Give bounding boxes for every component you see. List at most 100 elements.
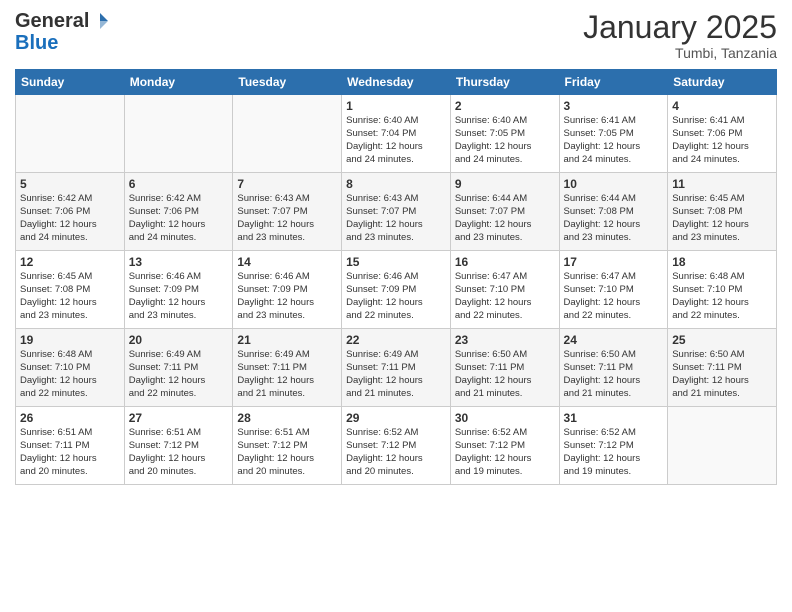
day-number: 15 — [346, 255, 446, 269]
table-row: 1 Sunrise: 6:40 AMSunset: 7:04 PMDaylight… — [342, 95, 451, 173]
calendar-week-row: 1 Sunrise: 6:40 AMSunset: 7:04 PMDaylight… — [16, 95, 777, 173]
col-friday: Friday — [559, 70, 668, 95]
day-info: Sunrise: 6:45 AMSunset: 7:08 PMDaylight:… — [672, 193, 772, 244]
day-info: Sunrise: 6:40 AMSunset: 7:04 PMDaylight:… — [346, 115, 446, 166]
day-info: Sunrise: 6:49 AMSunset: 7:11 PMDaylight:… — [346, 349, 446, 400]
calendar-week-row: 5 Sunrise: 6:42 AMSunset: 7:06 PMDaylight… — [16, 173, 777, 251]
day-number: 29 — [346, 411, 446, 425]
day-number: 24 — [564, 333, 664, 347]
day-info: Sunrise: 6:51 AMSunset: 7:11 PMDaylight:… — [20, 427, 120, 478]
day-info: Sunrise: 6:51 AMSunset: 7:12 PMDaylight:… — [129, 427, 229, 478]
logo-general-text: General — [15, 10, 89, 32]
day-number: 26 — [20, 411, 120, 425]
day-number: 25 — [672, 333, 772, 347]
calendar-week-row: 19 Sunrise: 6:48 AMSunset: 7:10 PMDayligh… — [16, 329, 777, 407]
table-row: 4Sunrise: 6:41 AMSunset: 7:06 PMDaylight… — [668, 95, 777, 173]
calendar-table: Sunday Monday Tuesday Wednesday Thursday… — [15, 69, 777, 485]
table-row — [16, 95, 125, 173]
col-saturday: Saturday — [668, 70, 777, 95]
table-row: 12 Sunrise: 6:45 AMSunset: 7:08 PMDayligh… — [16, 251, 125, 329]
col-wednesday: Wednesday — [342, 70, 451, 95]
day-number: 18 — [672, 255, 772, 269]
day-info: Sunrise: 6:47 AMSunset: 7:10 PMDaylight:… — [564, 271, 664, 322]
logo: General Blue — [15, 10, 111, 54]
day-info: Sunrise: 6:42 AMSunset: 7:06 PMDaylight:… — [129, 193, 229, 244]
day-info: Sunrise: 6:50 AMSunset: 7:11 PMDaylight:… — [564, 349, 664, 400]
day-number: 6 — [129, 177, 229, 191]
day-number: 16 — [455, 255, 555, 269]
table-row: 26 Sunrise: 6:51 AMSunset: 7:11 PMDayligh… — [16, 407, 125, 485]
calendar-week-row: 12 Sunrise: 6:45 AMSunset: 7:08 PMDayligh… — [16, 251, 777, 329]
day-number: 28 — [237, 411, 337, 425]
day-info: Sunrise: 6:48 AMSunset: 7:10 PMDaylight:… — [20, 349, 120, 400]
table-row: 25 Sunrise: 6:50 AMSunset: 7:11 PMDayligh… — [668, 329, 777, 407]
day-info: Sunrise: 6:52 AMSunset: 7:12 PMDaylight:… — [455, 427, 555, 478]
day-info: Sunrise: 6:46 AMSunset: 7:09 PMDaylight:… — [346, 271, 446, 322]
logo-blue-text: Blue — [15, 32, 111, 54]
day-info: Sunrise: 6:40 AMSunset: 7:05 PMDaylight:… — [455, 115, 555, 166]
table-row: 16 Sunrise: 6:47 AMSunset: 7:10 PMDayligh… — [450, 251, 559, 329]
logo-flag-icon — [90, 11, 110, 31]
calendar-header-row: Sunday Monday Tuesday Wednesday Thursday… — [16, 70, 777, 95]
day-number: 2 — [455, 99, 555, 113]
table-row: 29Sunrise: 6:52 AMSunset: 7:12 PMDayligh… — [342, 407, 451, 485]
month-title: January 2025 — [583, 10, 777, 45]
table-row: 15 Sunrise: 6:46 AMSunset: 7:09 PMDayligh… — [342, 251, 451, 329]
day-info: Sunrise: 6:46 AMSunset: 7:09 PMDaylight:… — [237, 271, 337, 322]
day-info: Sunrise: 6:48 AMSunset: 7:10 PMDaylight:… — [672, 271, 772, 322]
table-row: 24 Sunrise: 6:50 AMSunset: 7:11 PMDayligh… — [559, 329, 668, 407]
day-number: 21 — [237, 333, 337, 347]
day-number: 31 — [564, 411, 664, 425]
table-row: 18 Sunrise: 6:48 AMSunset: 7:10 PMDayligh… — [668, 251, 777, 329]
day-info: Sunrise: 6:51 AMSunset: 7:12 PMDaylight:… — [237, 427, 337, 478]
table-row: 23Sunrise: 6:50 AMSunset: 7:11 PMDayligh… — [450, 329, 559, 407]
day-info: Sunrise: 6:41 AMSunset: 7:06 PMDaylight:… — [672, 115, 772, 166]
day-number: 17 — [564, 255, 664, 269]
table-row: 8Sunrise: 6:43 AMSunset: 7:07 PMDaylight… — [342, 173, 451, 251]
col-tuesday: Tuesday — [233, 70, 342, 95]
col-thursday: Thursday — [450, 70, 559, 95]
day-number: 19 — [20, 333, 120, 347]
table-row: 9Sunrise: 6:44 AMSunset: 7:07 PMDaylight… — [450, 173, 559, 251]
table-row: 7Sunrise: 6:43 AMSunset: 7:07 PMDaylight… — [233, 173, 342, 251]
day-info: Sunrise: 6:49 AMSunset: 7:11 PMDaylight:… — [129, 349, 229, 400]
table-row: 17 Sunrise: 6:47 AMSunset: 7:10 PMDayligh… — [559, 251, 668, 329]
day-info: Sunrise: 6:47 AMSunset: 7:10 PMDaylight:… — [455, 271, 555, 322]
table-row: 28 Sunrise: 6:51 AMSunset: 7:12 PMDayligh… — [233, 407, 342, 485]
table-row: 21 Sunrise: 6:49 AMSunset: 7:11 PMDayligh… — [233, 329, 342, 407]
day-info: Sunrise: 6:49 AMSunset: 7:11 PMDaylight:… — [237, 349, 337, 400]
day-info: Sunrise: 6:44 AMSunset: 7:07 PMDaylight:… — [455, 193, 555, 244]
day-info: Sunrise: 6:41 AMSunset: 7:05 PMDaylight:… — [564, 115, 664, 166]
day-info: Sunrise: 6:45 AMSunset: 7:08 PMDaylight:… — [20, 271, 120, 322]
day-number: 12 — [20, 255, 120, 269]
col-monday: Monday — [124, 70, 233, 95]
table-row: 19 Sunrise: 6:48 AMSunset: 7:10 PMDayligh… — [16, 329, 125, 407]
table-row: 11Sunrise: 6:45 AMSunset: 7:08 PMDayligh… — [668, 173, 777, 251]
day-info: Sunrise: 6:50 AMSunset: 7:11 PMDaylight:… — [672, 349, 772, 400]
location: Tumbi, Tanzania — [583, 45, 777, 61]
day-number: 10 — [564, 177, 664, 191]
table-row: 2 Sunrise: 6:40 AMSunset: 7:05 PMDaylight… — [450, 95, 559, 173]
day-number: 5 — [20, 177, 120, 191]
table-row: 3Sunrise: 6:41 AMSunset: 7:05 PMDaylight… — [559, 95, 668, 173]
day-info: Sunrise: 6:44 AMSunset: 7:08 PMDaylight:… — [564, 193, 664, 244]
page: General Blue January 2025 Tumbi, Tanzani… — [0, 0, 792, 612]
col-sunday: Sunday — [16, 70, 125, 95]
table-row — [233, 95, 342, 173]
table-row: 30 Sunrise: 6:52 AMSunset: 7:12 PMDayligh… — [450, 407, 559, 485]
day-number: 14 — [237, 255, 337, 269]
day-number: 22 — [346, 333, 446, 347]
day-number: 1 — [346, 99, 446, 113]
table-row: 20 Sunrise: 6:49 AMSunset: 7:11 PMDayligh… — [124, 329, 233, 407]
table-row: 14 Sunrise: 6:46 AMSunset: 7:09 PMDayligh… — [233, 251, 342, 329]
day-info: Sunrise: 6:46 AMSunset: 7:09 PMDaylight:… — [129, 271, 229, 322]
day-number: 20 — [129, 333, 229, 347]
day-info: Sunrise: 6:50 AMSunset: 7:11 PMDaylight:… — [455, 349, 555, 400]
day-number: 27 — [129, 411, 229, 425]
day-number: 13 — [129, 255, 229, 269]
day-info: Sunrise: 6:42 AMSunset: 7:06 PMDaylight:… — [20, 193, 120, 244]
day-info: Sunrise: 6:43 AMSunset: 7:07 PMDaylight:… — [237, 193, 337, 244]
day-number: 8 — [346, 177, 446, 191]
day-number: 30 — [455, 411, 555, 425]
table-row — [124, 95, 233, 173]
